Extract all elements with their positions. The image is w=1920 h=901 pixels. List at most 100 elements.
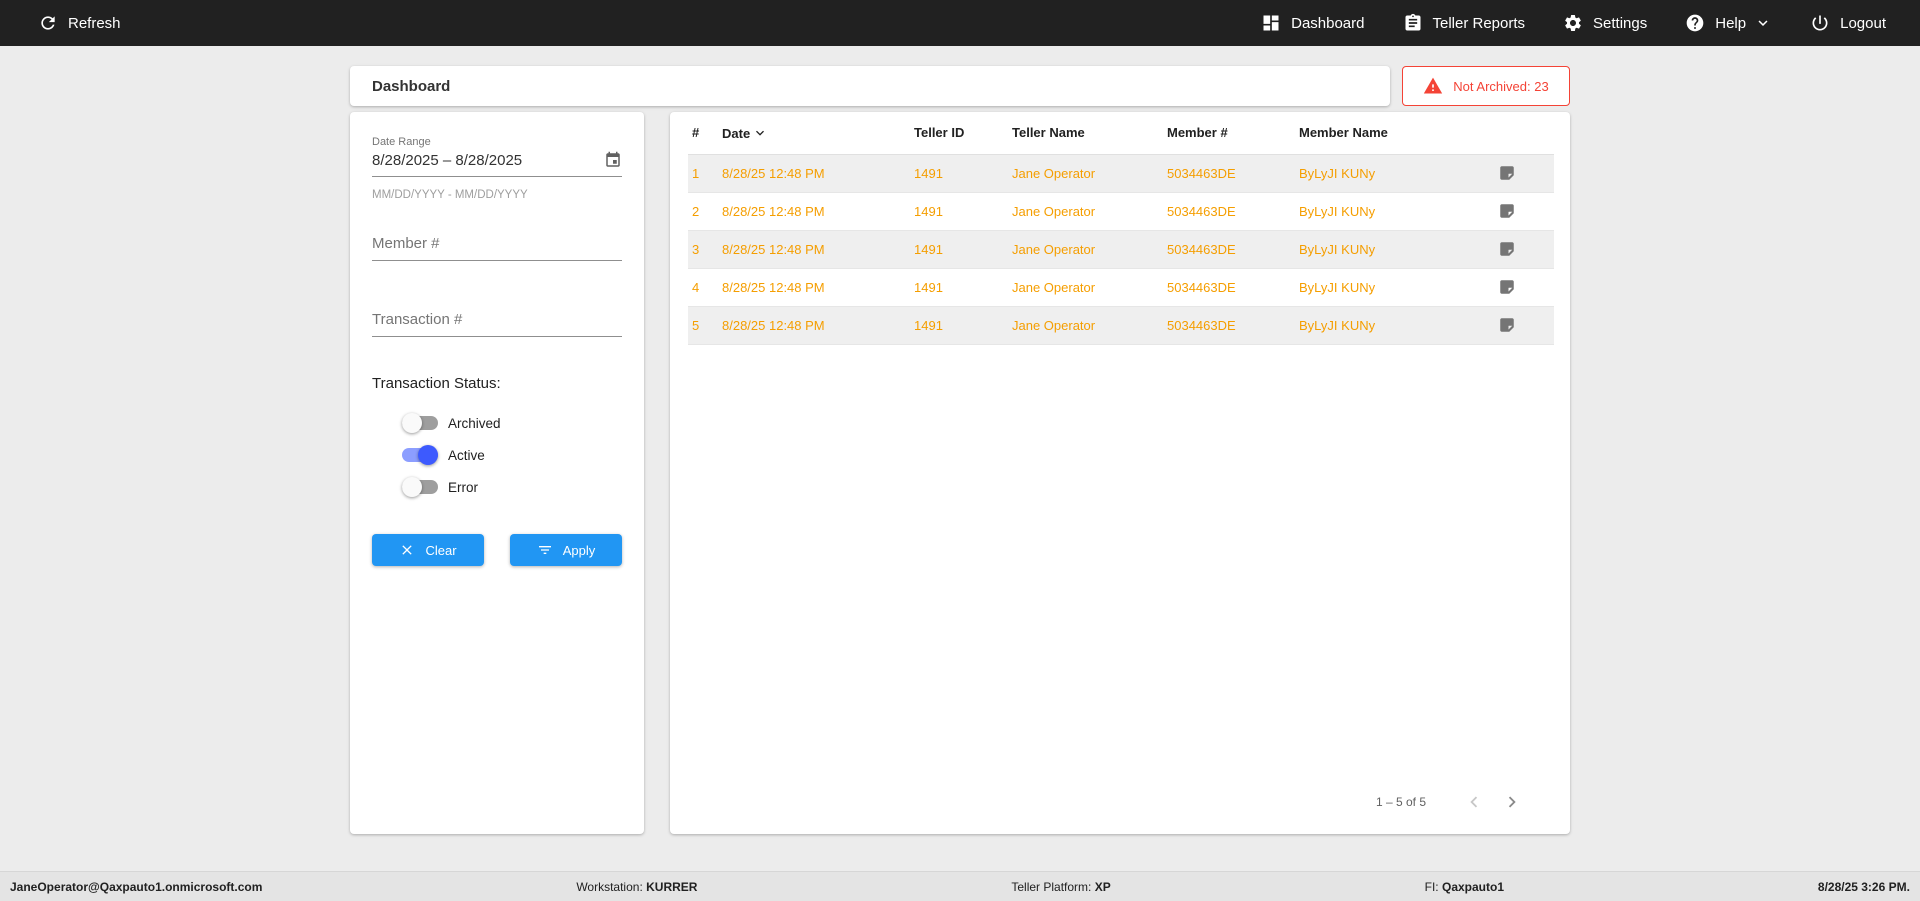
transactions-table: # Date Teller ID Teller Name Member # Me…	[688, 112, 1554, 345]
nav-dashboard-label: Dashboard	[1291, 14, 1365, 32]
top-navigation-bar: Refresh Dashboard Teller Reports Setting…	[0, 0, 1920, 46]
date-range-field	[372, 148, 622, 177]
cell-member-number: 5034463DE	[1167, 203, 1236, 219]
status-fi: FI: Qaxpauto1	[1425, 880, 1504, 894]
error-toggle[interactable]	[402, 477, 438, 497]
member-number-input[interactable]	[372, 227, 622, 261]
apply-button-label: Apply	[562, 542, 596, 558]
cell-note[interactable]	[1494, 268, 1554, 306]
active-toggle-label: Active	[448, 447, 485, 463]
status-teller-platform-label: Teller Platform:	[1011, 879, 1092, 894]
filter-lines-icon	[538, 546, 551, 554]
pagination: 1 – 5 of 5	[688, 790, 1554, 814]
col-member-number: Member #	[1163, 112, 1295, 155]
warning-triangle-icon	[1424, 77, 1443, 94]
nav-teller-reports-button[interactable]: Teller Reports	[1403, 13, 1525, 33]
nav-settings-button[interactable]: Settings	[1563, 13, 1647, 33]
cell-teller-name: Jane Operator	[1012, 203, 1096, 219]
clear-button-label: Clear	[425, 542, 457, 558]
nav-dashboard-button[interactable]: Dashboard	[1261, 13, 1365, 33]
note-icon[interactable]	[1498, 202, 1516, 220]
date-range-input[interactable]	[372, 148, 622, 171]
transaction-status-label: Transaction Status:	[372, 375, 501, 392]
dashboard-grid-icon	[1263, 15, 1279, 31]
note-icon[interactable]	[1498, 278, 1516, 296]
clear-button[interactable]: Clear	[372, 534, 484, 566]
chevron-right-icon	[1508, 796, 1516, 808]
refresh-label: Refresh	[68, 14, 121, 32]
active-toggle[interactable]	[402, 445, 438, 465]
calendar-icon[interactable]	[604, 151, 622, 169]
question-circle-icon	[1686, 14, 1704, 32]
table-row[interactable]: 2 8/28/25 12:48 PM 1491 Jane Operator 50…	[688, 192, 1554, 230]
active-toggle-thumb	[418, 445, 438, 465]
note-icon[interactable]	[1498, 240, 1516, 258]
nav-help-button[interactable]: Help	[1685, 13, 1772, 33]
col-index: #	[688, 112, 718, 155]
pagination-range-label: 1 – 5 of 5	[1375, 795, 1426, 809]
toggle-row-error: Error	[402, 476, 622, 498]
archived-toggle[interactable]	[402, 413, 438, 433]
error-toggle-label: Error	[448, 479, 478, 495]
status-workstation-label: Workstation:	[576, 879, 643, 894]
cell-date: 8/28/25 12:48 PM	[722, 203, 825, 219]
page-header: Dashboard	[350, 66, 1390, 106]
col-date[interactable]: Date	[718, 112, 910, 155]
refresh-button[interactable]: Refresh	[38, 13, 121, 33]
table-body: 1 8/28/25 12:48 PM 1491 Jane Operator 50…	[688, 154, 1554, 344]
cell-note[interactable]	[1494, 306, 1554, 344]
cell-teller-name: Jane Operator	[1012, 279, 1096, 295]
col-member-name: Member Name	[1295, 112, 1494, 155]
table-row[interactable]: 3 8/28/25 12:48 PM 1491 Jane Operator 50…	[688, 230, 1554, 268]
date-range-label: Date Range	[372, 136, 431, 148]
table-row[interactable]: 5 8/28/25 12:48 PM 1491 Jane Operator 50…	[688, 306, 1554, 344]
cell-teller-id: 1491	[914, 241, 943, 257]
apply-button[interactable]: Apply	[510, 534, 622, 566]
status-datetime: 8/28/25 3:26 PM.	[1817, 879, 1910, 894]
col-teller-name: Teller Name	[1008, 112, 1163, 155]
cell-member-name: ByLyJI KUNy	[1299, 165, 1376, 181]
date-range-hint: MM/DD/YYYY - MM/DD/YYYY	[372, 189, 528, 201]
cell-index: 4	[692, 279, 700, 295]
logout-label: Logout	[1840, 14, 1886, 32]
chevron-left-icon	[1470, 796, 1478, 808]
status-user: JaneOperator@Qaxpauto1.onmicrosoft.com	[10, 879, 263, 894]
transaction-status-toggles: Archived Active Error	[402, 412, 622, 498]
cell-index: 1	[692, 165, 700, 181]
note-icon[interactable]	[1498, 316, 1516, 334]
chevron-down-icon	[1758, 20, 1768, 26]
logout-button[interactable]: Logout	[1810, 13, 1886, 33]
cell-member-number: 5034463DE	[1167, 165, 1236, 181]
cell-member-number: 5034463DE	[1167, 317, 1236, 333]
cell-teller-name: Jane Operator	[1012, 241, 1096, 257]
error-toggle-thumb	[402, 477, 422, 497]
note-icon[interactable]	[1498, 164, 1516, 182]
status-bar: JaneOperator@Qaxpauto1.onmicrosoft.com W…	[0, 871, 1920, 901]
status-fi-value: Qaxpauto1	[1441, 879, 1504, 894]
transaction-number-input[interactable]	[372, 303, 622, 337]
status-workstation-value: KURRER	[646, 879, 698, 894]
cell-note[interactable]	[1494, 230, 1554, 268]
cell-note[interactable]	[1494, 154, 1554, 192]
table-row[interactable]: 4 8/28/25 12:48 PM 1491 Jane Operator 50…	[688, 268, 1554, 306]
filter-panel: Date Range MM/DD/YYYY - MM/DD/YYYY Trans…	[350, 112, 644, 834]
cell-note[interactable]	[1494, 192, 1554, 230]
cell-member-name: ByLyJI KUNy	[1299, 203, 1376, 219]
not-archived-label: Not Archived: 23	[1453, 78, 1549, 94]
table-header-row: # Date Teller ID Teller Name Member # Me…	[688, 112, 1554, 155]
gear-icon	[1565, 15, 1581, 31]
status-fi-label: FI:	[1424, 879, 1439, 894]
not-archived-badge[interactable]: Not Archived: 23	[1402, 66, 1570, 106]
archived-toggle-label: Archived	[448, 415, 501, 431]
cell-teller-id: 1491	[914, 317, 943, 333]
next-page-button[interactable]	[1500, 790, 1524, 814]
cell-index: 5	[692, 317, 700, 333]
toggle-row-archived: Archived	[402, 412, 622, 434]
table-row[interactable]: 1 8/28/25 12:48 PM 1491 Jane Operator 50…	[688, 154, 1554, 192]
previous-page-button[interactable]	[1462, 790, 1486, 814]
cell-teller-id: 1491	[914, 165, 943, 181]
cell-index: 2	[692, 203, 700, 219]
cell-teller-id: 1491	[914, 203, 943, 219]
cell-date: 8/28/25 12:48 PM	[722, 165, 825, 181]
cell-teller-name: Jane Operator	[1012, 165, 1096, 181]
